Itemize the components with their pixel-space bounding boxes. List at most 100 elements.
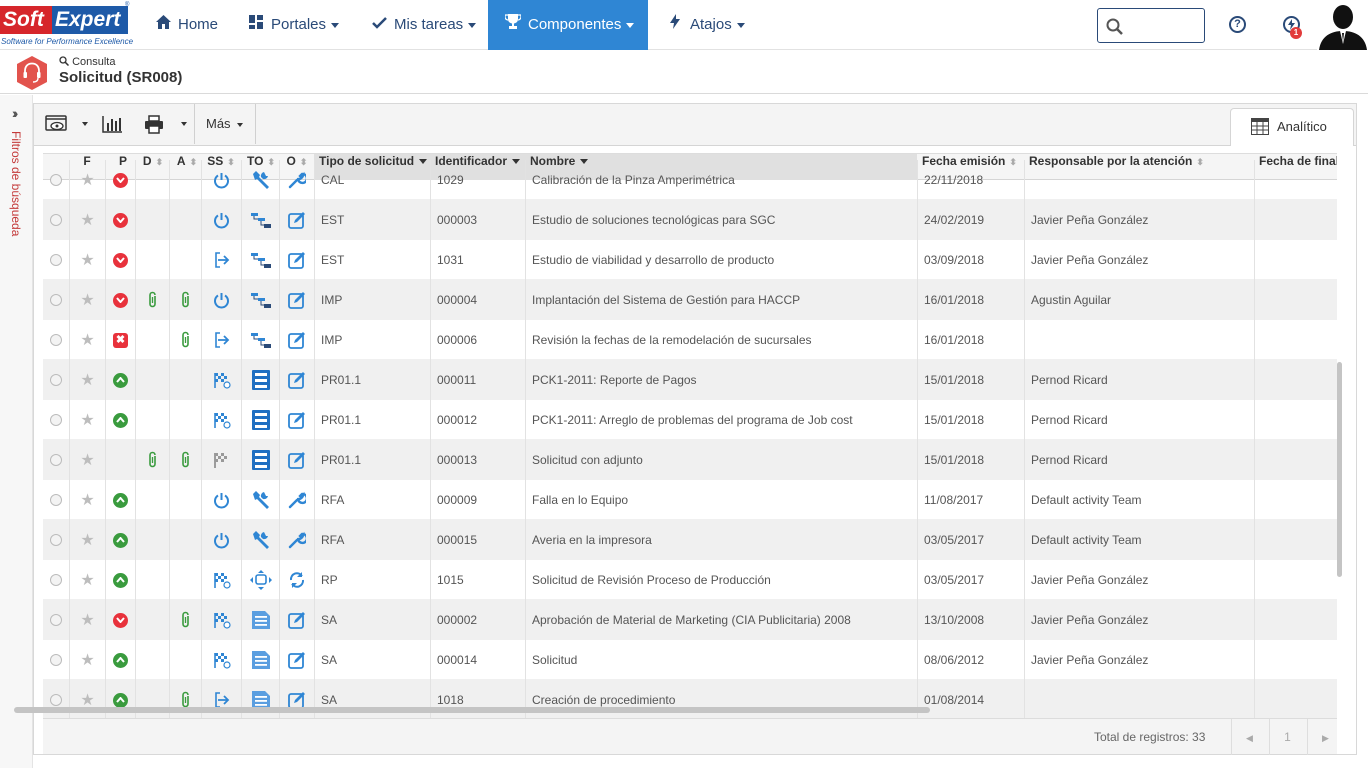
star-icon[interactable]: ★ (80, 290, 94, 310)
table-row[interactable]: ★ RFA 000015 Averia en la impresora 03/0… (43, 520, 1337, 560)
star-icon[interactable]: ★ (80, 170, 94, 190)
view-dropdown-button[interactable] (80, 104, 90, 144)
horizontal-scrollbar-thumb[interactable] (14, 707, 930, 713)
o-cell[interactable] (279, 280, 314, 320)
star-icon[interactable]: ★ (80, 650, 94, 670)
next-page-button[interactable]: ▶ (1307, 719, 1343, 755)
o-cell[interactable] (279, 400, 314, 440)
row-select-radio[interactable] (50, 414, 62, 426)
favorite-cell[interactable]: ★ (69, 640, 105, 680)
favorite-cell[interactable]: ★ (69, 600, 105, 640)
vertical-scrollbar-thumb[interactable] (1337, 362, 1342, 577)
o-cell[interactable] (279, 160, 314, 200)
row-select-cell[interactable] (43, 160, 69, 200)
o-cell[interactable] (279, 520, 314, 560)
row-select-radio[interactable] (50, 694, 62, 706)
row-select-cell[interactable] (43, 400, 69, 440)
row-select-cell[interactable] (43, 600, 69, 640)
row-select-radio[interactable] (50, 174, 62, 186)
vertical-scrollbar[interactable] (1336, 180, 1343, 702)
star-icon[interactable]: ★ (80, 450, 94, 470)
row-select-cell[interactable] (43, 200, 69, 240)
row-select-cell[interactable] (43, 240, 69, 280)
favorite-cell[interactable]: ★ (69, 560, 105, 600)
table-row[interactable]: ★ SA 000014 Solicitud 08/06/2012 Javier … (43, 640, 1337, 680)
row-select-cell[interactable] (43, 640, 69, 680)
row-select-cell[interactable] (43, 520, 69, 560)
current-page[interactable]: 1 (1269, 719, 1305, 755)
row-select-cell[interactable] (43, 440, 69, 480)
favorite-cell[interactable]: ★ (69, 320, 105, 360)
table-row[interactable]: ★ RFA 000009 Falla en lo Equipo 11/08/20… (43, 480, 1337, 520)
favorite-cell[interactable]: ★ (69, 360, 105, 400)
view-button[interactable] (42, 104, 70, 144)
o-cell[interactable] (279, 600, 314, 640)
favorite-cell[interactable]: ★ (69, 520, 105, 560)
favorite-cell[interactable]: ★ (69, 440, 105, 480)
table-row[interactable]: ★ RP 1015 Solicitud de Revisión Proceso … (43, 560, 1337, 600)
row-select-radio[interactable] (50, 574, 62, 586)
o-cell[interactable] (279, 640, 314, 680)
tab-analitico[interactable]: Analítico (1230, 108, 1354, 146)
row-select-radio[interactable] (50, 614, 62, 626)
star-icon[interactable]: ★ (80, 410, 94, 430)
table-row[interactable]: ★ PR01.1 000012 PCK1-2011: Arreglo de pr… (43, 400, 1337, 440)
table-row[interactable]: ★ SA 000002 Aprobación de Material de Ma… (43, 600, 1337, 640)
favorite-cell[interactable]: ★ (69, 200, 105, 240)
o-cell[interactable] (279, 320, 314, 360)
search-filter-sidebar[interactable]: ›› Filtros de búsqueda (0, 95, 33, 768)
nav-portales[interactable]: Portales (233, 0, 351, 50)
o-cell[interactable] (279, 560, 314, 600)
table-row[interactable]: ★ PR01.1 000011 PCK1-2011: Reporte de Pa… (43, 360, 1337, 400)
row-select-cell[interactable] (43, 480, 69, 520)
print-button[interactable] (140, 104, 168, 144)
o-cell[interactable] (279, 200, 314, 240)
prev-page-button[interactable]: ◀ (1231, 719, 1267, 755)
star-icon[interactable]: ★ (80, 610, 94, 630)
star-icon[interactable]: ★ (80, 530, 94, 550)
row-select-radio[interactable] (50, 334, 62, 346)
o-cell[interactable] (279, 440, 314, 480)
o-cell[interactable] (279, 240, 314, 280)
table-row[interactable]: ★ ✖ IMP 000006 Revisión la fechas de la … (43, 320, 1337, 360)
table-row[interactable]: ★ EST 1031 Estudio de viabilidad y desar… (43, 240, 1337, 280)
row-select-radio[interactable] (50, 534, 62, 546)
nav-atajos[interactable]: Atajos (656, 0, 756, 50)
favorite-cell[interactable]: ★ (69, 480, 105, 520)
star-icon[interactable]: ★ (80, 490, 94, 510)
favorite-cell[interactable]: ★ (69, 400, 105, 440)
row-select-radio[interactable] (50, 254, 62, 266)
global-search-input[interactable] (1097, 8, 1205, 43)
table-row[interactable]: ★ PR01.1 000013 Solicitud con adjunto 15… (43, 440, 1337, 480)
row-select-cell[interactable] (43, 320, 69, 360)
row-select-radio[interactable] (50, 214, 62, 226)
row-select-radio[interactable] (50, 374, 62, 386)
favorite-cell[interactable]: ★ (69, 160, 105, 200)
user-avatar[interactable] (1317, 0, 1368, 50)
favorite-cell[interactable]: ★ (69, 240, 105, 280)
table-row[interactable]: ★ EST 000003 Estudio de soluciones tecno… (43, 200, 1337, 240)
o-cell[interactable] (279, 360, 314, 400)
o-cell[interactable] (279, 480, 314, 520)
row-select-radio[interactable] (50, 294, 62, 306)
row-select-radio[interactable] (50, 654, 62, 666)
horizontal-scrollbar[interactable] (14, 706, 1326, 714)
expand-chevron-icon[interactable]: ›› (12, 105, 19, 121)
help-icon[interactable]: ? (1229, 16, 1246, 33)
more-button[interactable]: Más (206, 104, 244, 144)
row-select-cell[interactable] (43, 280, 69, 320)
table-row[interactable]: ★ CAL 1029 Calibración de la Pinza Amper… (43, 160, 1337, 200)
print-dropdown-button[interactable] (179, 104, 189, 144)
nav-home[interactable]: Home (140, 0, 232, 50)
nav-componentes[interactable]: Componentes (488, 0, 648, 50)
star-icon[interactable]: ★ (80, 370, 94, 390)
star-icon[interactable]: ★ (80, 210, 94, 230)
row-select-cell[interactable] (43, 560, 69, 600)
star-icon[interactable]: ★ (80, 330, 94, 350)
row-select-radio[interactable] (50, 494, 62, 506)
softexpert-logo[interactable]: Soft Expert ® Software for Performance E… (0, 0, 133, 50)
table-row[interactable]: ★ IMP 000004 Implantación del Sistema de… (43, 280, 1337, 320)
row-select-cell[interactable] (43, 360, 69, 400)
row-select-radio[interactable] (50, 454, 62, 466)
star-icon[interactable]: ★ (80, 570, 94, 590)
